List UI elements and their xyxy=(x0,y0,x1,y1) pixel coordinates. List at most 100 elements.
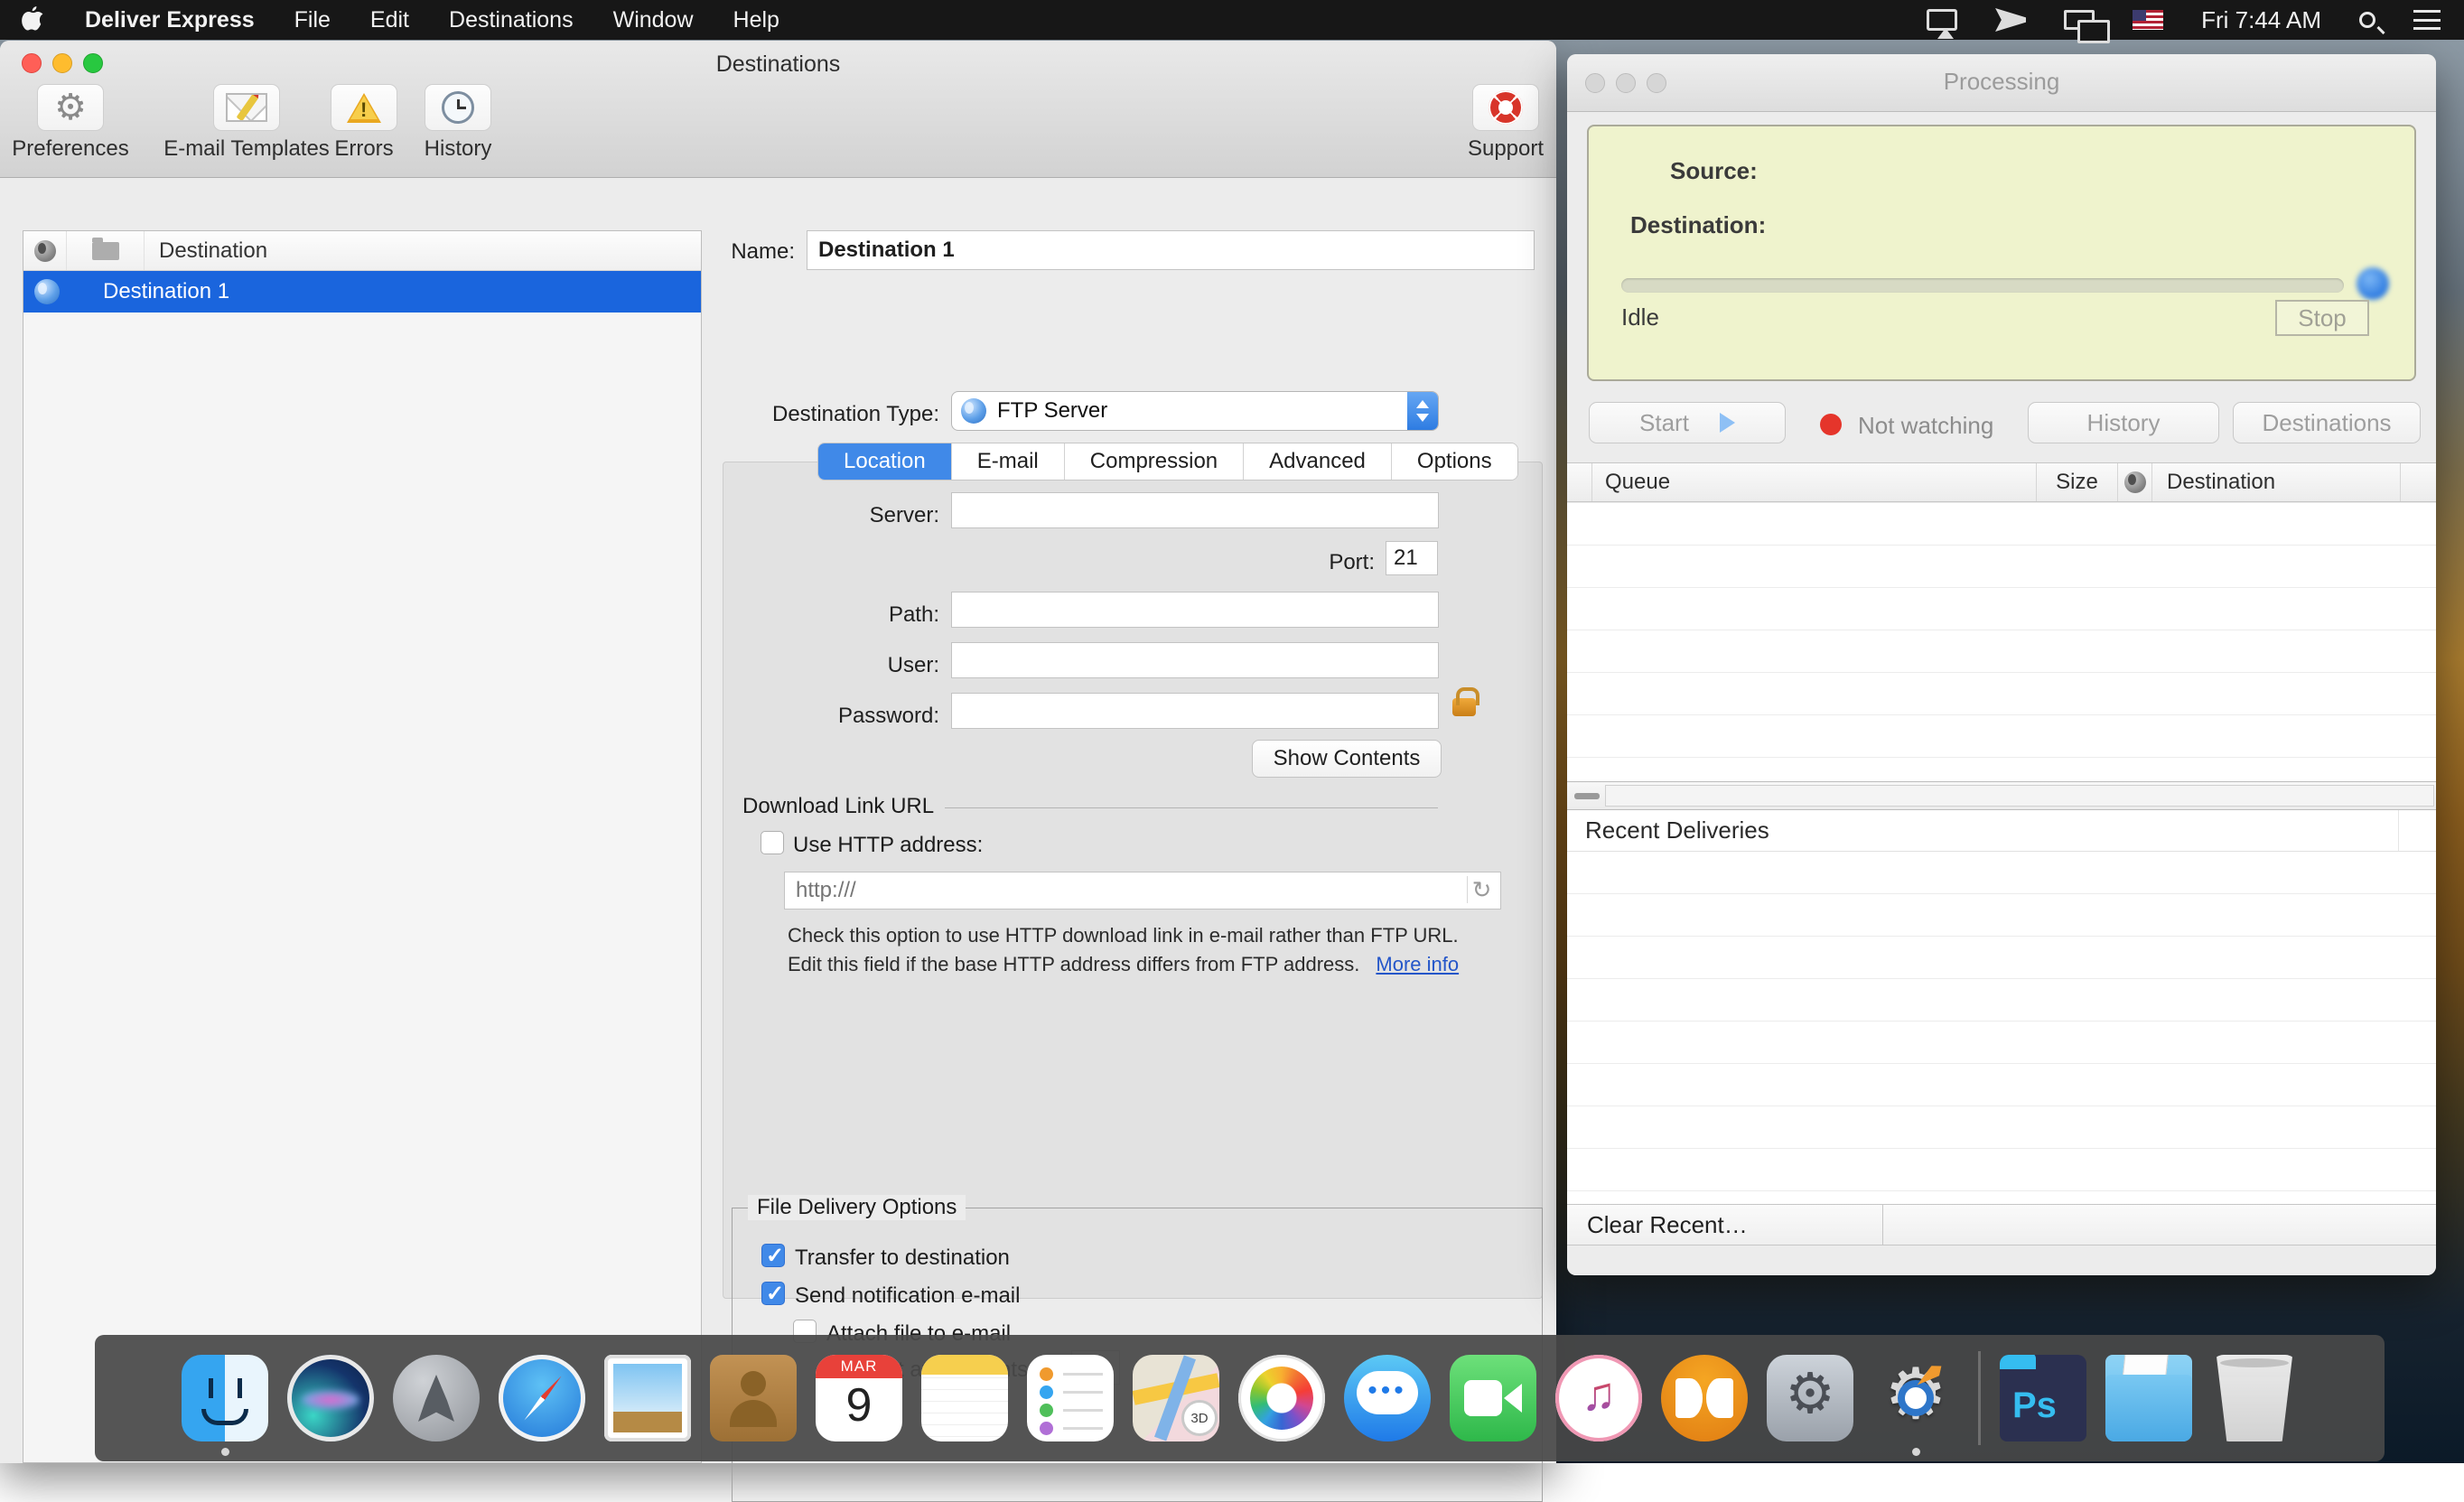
destinations-titlebar: Destinations ⚙ Preferences E-mail Templa… xyxy=(0,41,1556,178)
port-input[interactable] xyxy=(1386,541,1438,575)
recent-row xyxy=(1567,1022,2436,1064)
tab-options[interactable]: Options xyxy=(1392,443,1517,480)
displays-icon[interactable] xyxy=(2064,10,2095,30)
queue-column-header[interactable]: Queue xyxy=(1592,463,2037,501)
notification-center-icon[interactable] xyxy=(2413,10,2441,30)
tab-bar: Location E-mail Compression Advanced Opt… xyxy=(817,443,1518,480)
file-delivery-options-title: File Delivery Options xyxy=(748,1195,966,1220)
list-item-destination-1[interactable]: Destination 1 xyxy=(23,271,701,313)
menu-file[interactable]: File xyxy=(294,7,331,33)
dock-item-photos[interactable] xyxy=(1238,1355,1325,1441)
airplay-display-icon[interactable] xyxy=(1927,9,1957,31)
input-language-flag-icon[interactable] xyxy=(2133,10,2163,30)
dock-item-deliver-express[interactable]: ⚙ xyxy=(1872,1355,1959,1441)
support-button[interactable]: Support xyxy=(1438,84,1573,162)
refresh-icon[interactable]: ↻ xyxy=(1467,876,1496,903)
password-input[interactable] xyxy=(951,693,1439,729)
dock-item-contacts[interactable] xyxy=(710,1355,797,1441)
dock-item-safari[interactable] xyxy=(499,1355,585,1441)
tab-advanced[interactable]: Advanced xyxy=(1244,443,1392,480)
path-label: Path: xyxy=(759,602,939,628)
menu-window[interactable]: Window xyxy=(613,7,694,33)
dock-item-itunes[interactable] xyxy=(1555,1355,1642,1441)
apple-menu-icon[interactable] xyxy=(22,6,45,33)
dock-item-photoshop-folder[interactable] xyxy=(2000,1355,2086,1441)
dock-item-calendar[interactable]: MAR 9 xyxy=(816,1355,902,1441)
globe-column-header[interactable] xyxy=(2118,463,2152,501)
dock-item-siri[interactable] xyxy=(287,1355,374,1441)
use-http-checkbox[interactable] xyxy=(761,831,784,854)
stop-button[interactable]: Stop xyxy=(2275,300,2369,336)
transfer-to-destination-checkbox[interactable] xyxy=(761,1244,785,1267)
popup-stepper-icon xyxy=(1407,392,1438,430)
presentation-icon[interactable] xyxy=(1995,8,2026,32)
use-http-label: Use HTTP address: xyxy=(793,833,983,858)
queue-table-body xyxy=(1567,503,2436,781)
list-header-row[interactable]: Destination xyxy=(23,231,701,271)
dock-item-ibooks[interactable] xyxy=(1661,1355,1748,1441)
dock-item-documents-folder[interactable] xyxy=(2105,1355,2192,1441)
show-contents-button[interactable]: Show Contents xyxy=(1252,740,1442,778)
start-button[interactable]: Start xyxy=(1589,402,1786,443)
history-window-button[interactable]: History xyxy=(2028,402,2219,443)
play-icon xyxy=(1720,413,1735,433)
calendar-icon: MAR 9 xyxy=(816,1355,902,1441)
tab-location[interactable]: Location xyxy=(818,443,952,480)
more-info-link[interactable]: More info xyxy=(1376,953,1459,975)
gear-icon: ⚙ xyxy=(54,89,87,126)
spotlight-icon[interactable] xyxy=(2359,12,2375,28)
menu-help[interactable]: Help xyxy=(733,7,779,33)
recent-deliveries-header: Recent Deliveries xyxy=(1567,810,2436,852)
dock-item-finder[interactable] xyxy=(182,1355,268,1441)
http-address-input[interactable] xyxy=(784,872,1501,910)
destinations-window-button[interactable]: Destinations xyxy=(2233,402,2421,443)
notes-icon xyxy=(921,1355,1008,1441)
send-notification-checkbox[interactable] xyxy=(761,1282,785,1305)
destination-label: Destination: xyxy=(1630,211,1766,239)
queue-row xyxy=(1567,673,2436,715)
destination-column-header[interactable]: Destination xyxy=(2152,463,2400,501)
menu-app-name[interactable]: Deliver Express xyxy=(85,7,255,33)
user-input[interactable] xyxy=(951,642,1439,678)
dock-item-system-preferences[interactable] xyxy=(1767,1355,1853,1441)
dock-item-launchpad[interactable] xyxy=(393,1355,480,1441)
menu-bar: Deliver Express File Edit Destinations W… xyxy=(0,0,2464,40)
recent-deliveries-title: Recent Deliveries xyxy=(1585,816,1769,844)
dock-item-maps[interactable]: 3D xyxy=(1133,1355,1219,1441)
itunes-icon xyxy=(1555,1355,1642,1441)
running-indicator xyxy=(1912,1448,1920,1456)
finder-icon xyxy=(182,1355,268,1441)
email-template-icon xyxy=(226,93,267,122)
splitter-bar[interactable] xyxy=(1567,781,2436,810)
status-panel: Source: Destination: Idle Stop xyxy=(1587,125,2416,381)
system-preferences-icon xyxy=(1767,1355,1853,1441)
warning-icon xyxy=(347,93,381,123)
recent-row xyxy=(1567,937,2436,979)
dock-item-reminders[interactable] xyxy=(1027,1355,1114,1441)
tab-compression[interactable]: Compression xyxy=(1065,443,1244,480)
dock-item-facetime[interactable] xyxy=(1450,1355,1536,1441)
queue-row xyxy=(1567,630,2436,673)
dock-item-messages[interactable] xyxy=(1344,1355,1431,1441)
help-text-2: Edit this field if the base HTTP address… xyxy=(788,953,1459,976)
name-input[interactable] xyxy=(807,230,1535,270)
splitter-grip[interactable] xyxy=(1574,793,1600,799)
history-button[interactable]: History xyxy=(390,84,526,162)
list-item-label: Destination 1 xyxy=(103,279,229,304)
dock-item-trash[interactable] xyxy=(2211,1355,2298,1441)
menu-clock[interactable]: Fri 7:44 AM xyxy=(2201,6,2321,34)
globe-column-icon xyxy=(34,240,56,262)
destination-type-popup[interactable]: FTP Server xyxy=(951,391,1439,431)
server-input[interactable] xyxy=(951,492,1439,528)
menu-edit[interactable]: Edit xyxy=(370,7,409,33)
dock-separator xyxy=(1978,1351,1981,1445)
dock-item-mail[interactable] xyxy=(604,1355,691,1441)
preferences-button[interactable]: ⚙ Preferences xyxy=(3,84,138,162)
path-input[interactable] xyxy=(951,592,1439,628)
tab-email[interactable]: E-mail xyxy=(952,443,1065,480)
messages-icon xyxy=(1344,1355,1431,1441)
menu-destinations[interactable]: Destinations xyxy=(449,7,574,33)
clear-recent-button[interactable]: Clear Recent… xyxy=(1567,1205,1883,1245)
size-column-header[interactable]: Size xyxy=(2037,463,2118,501)
dock-item-notes[interactable] xyxy=(921,1355,1008,1441)
